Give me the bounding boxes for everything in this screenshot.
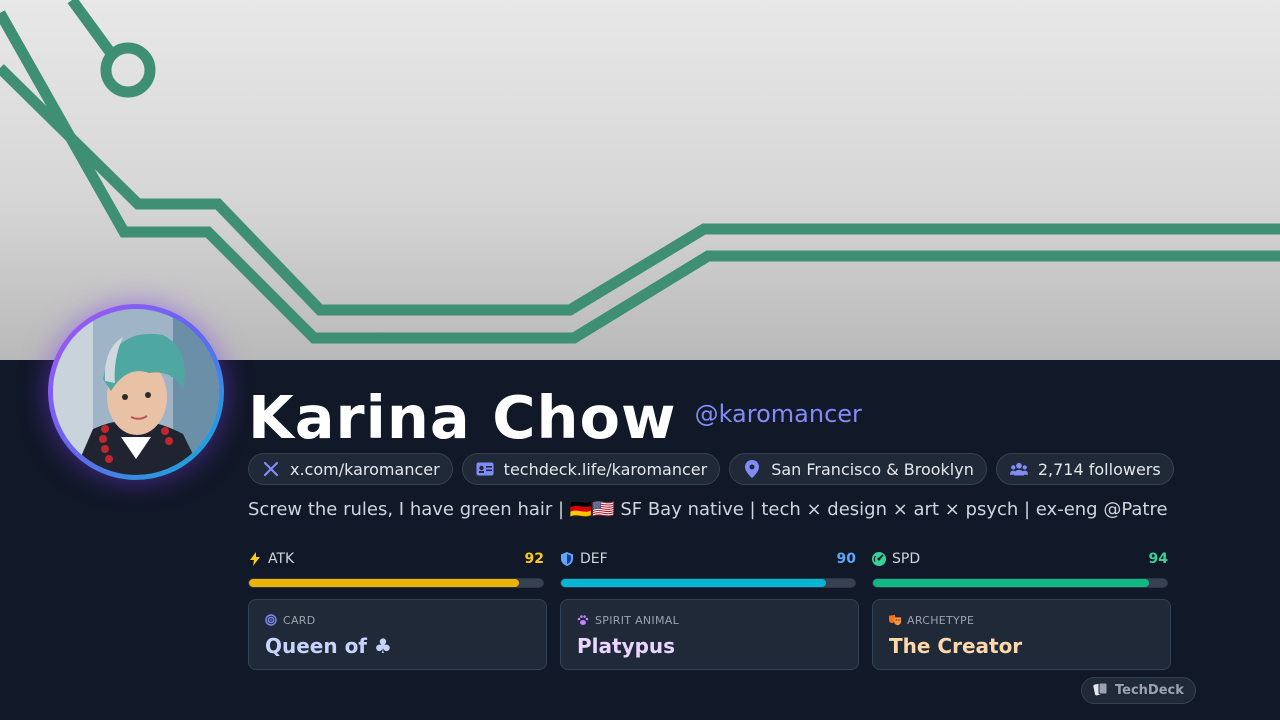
theater-masks-icon [889,614,901,626]
chip-label: techdeck.life/karomancer [503,459,708,479]
stat-bar-fill [873,579,1150,587]
stat-value: 90 [836,551,856,567]
stat-value: 94 [1148,551,1168,567]
chip-location: San Francisco & Brooklyn [729,453,987,485]
circuit-pattern [0,0,1280,344]
profile-name: Karina Chow [248,382,677,452]
card-label: CARD [283,613,316,627]
id-card-icon [476,460,494,478]
stat-bar [872,578,1168,588]
card-archetype: ARCHETYPE The Creator [872,599,1171,670]
stat-bar [560,578,856,588]
stats-row: ATK 92 DEF 90 SPD 94 [248,548,1168,588]
profile-handle[interactable]: @karomancer [695,400,862,428]
profile-banner [0,0,1280,360]
chip-x-link[interactable]: x.com/karomancer [248,453,453,485]
stat-atk: ATK 92 [248,548,544,588]
brand-label: TechDeck [1115,683,1184,698]
x-logo-icon [262,460,280,478]
profile-bio: Screw the rules, I have green hair | 🇩🇪🇺… [248,499,1168,520]
card-value: Platypus [577,634,676,658]
target-icon [265,614,277,626]
stat-def: DEF 90 [560,548,856,588]
chip-label: x.com/karomancer [290,459,440,479]
card-value: The Creator [889,634,1023,658]
stat-bar [248,578,544,588]
chip-followers[interactable]: 2,714 followers [995,453,1174,485]
avatar[interactable] [48,304,224,480]
trait-cards: CARD Queen of ♣ SPIRIT ANIMAL Platypus A… [248,599,1171,670]
card-value: Queen of ♣ [265,634,392,658]
chip-techdeck-link[interactable]: techdeck.life/karomancer [461,453,721,485]
cards-icon [1093,682,1109,700]
paw-icon [577,614,589,626]
chip-label: San Francisco & Brooklyn [771,459,974,479]
card-card: CARD Queen of ♣ [248,599,547,670]
card-spirit-animal: SPIRIT ANIMAL Platypus [560,599,859,670]
stat-spd: SPD 94 [872,548,1168,588]
techdeck-badge[interactable]: TechDeck [1081,677,1196,704]
shield-icon [560,552,574,566]
lightning-icon [248,552,262,566]
stat-label: ATK [268,551,295,567]
card-label: SPIRIT ANIMAL [595,613,680,627]
stat-label: DEF [580,551,608,567]
stat-bar-fill [249,579,520,587]
profile-links: x.com/karomancer techdeck.life/karomance… [248,453,1174,485]
name-row: Karina Chow @karomancer [248,380,862,454]
stat-label: SPD [892,551,921,567]
speedometer-icon [872,552,886,566]
card-label: ARCHETYPE [907,613,975,627]
stat-bar-fill [561,579,826,587]
location-pin-icon [743,460,761,478]
users-icon [1009,460,1028,478]
chip-label: 2,714 followers [1037,459,1161,479]
avatar-photo [53,309,219,475]
stat-value: 92 [524,551,544,567]
